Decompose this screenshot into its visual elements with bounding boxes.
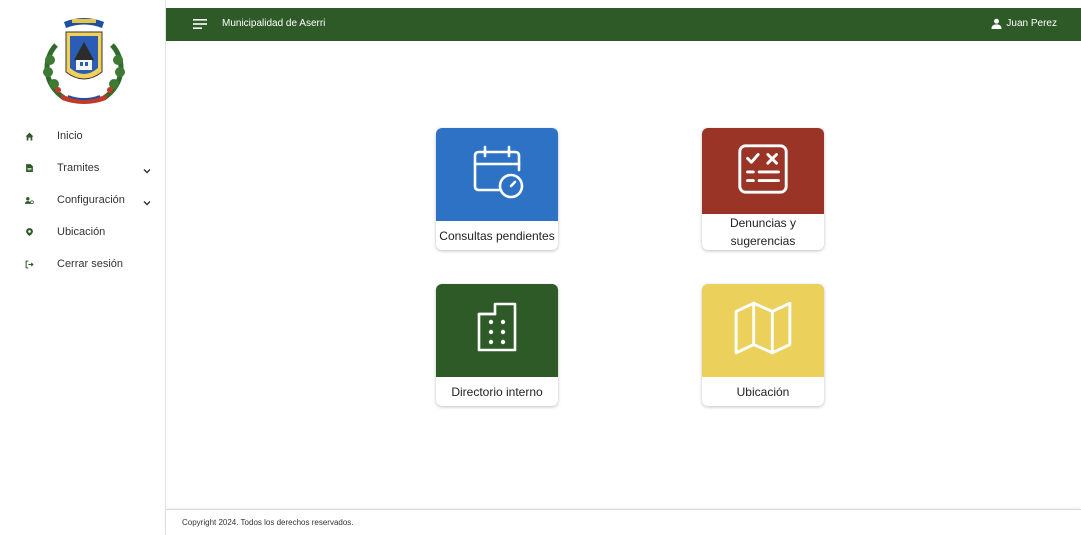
sidebar: Inicio Tramites Configuración Ubicación … [0,0,166,535]
sidebar-item-label: Tramites [57,162,100,174]
card-label: Denuncias y sugerencias [729,216,797,248]
card-label: Directorio interno [451,384,543,399]
location-pin-icon [21,224,37,240]
app-title: Municipalidad de Aserri [222,18,326,29]
sidebar-item-label: Inicio [57,130,83,142]
footer: Copyright 2024. Todos los derechos reser… [166,509,1081,535]
map-icon [732,297,794,364]
sidebar-item-label: Ubicación [57,226,106,238]
chevron-down-icon[interactable] [142,163,152,174]
sidebar-item-label: Configuración [57,194,125,206]
home-icon [21,128,37,144]
municipal-coat-of-arms-logo [34,10,134,110]
calendar-clock-icon [467,142,527,207]
card-ubicacion[interactable]: Ubicación [702,284,824,406]
sidebar-nav: Inicio Tramites Configuración Ubicación … [0,120,166,280]
card-denuncias-sugerencias[interactable]: Denuncias y sugerencias [702,128,824,250]
copyright-text: Copyright 2024. Todos los derechos reser… [182,518,354,527]
sign-out-icon [21,256,37,272]
sidebar-item-ubicacion[interactable]: Ubicación [0,216,166,248]
user-icon [991,18,1002,29]
sidebar-item-tramites[interactable]: Tramites [0,152,166,184]
card-header [436,128,558,221]
top-app-bar: Municipalidad de Aserri Juan Perez [166,8,1081,41]
sidebar-item-cerrar-sesion[interactable]: Cerrar sesión [0,248,166,280]
card-label: Consultas pendientes [439,228,555,243]
card-header [436,284,558,377]
hamburger-menu-icon[interactable] [192,16,208,32]
document-icon [21,160,37,176]
card-header [702,128,824,214]
card-consultas-pendientes[interactable]: Consultas pendientes [436,128,558,250]
users-cog-icon [21,192,37,208]
card-label: Ubicación [736,384,790,399]
chevron-down-icon[interactable] [142,195,152,206]
user-menu[interactable]: Juan Perez [991,18,1057,29]
building-icon [467,298,527,363]
checklist-icon [734,140,792,203]
user-name: Juan Perez [1006,18,1057,29]
card-header [702,284,824,377]
sidebar-item-configuracion[interactable]: Configuración [0,184,166,216]
sidebar-item-label: Cerrar sesión [57,258,124,270]
card-directorio-interno[interactable]: Directorio interno [436,284,558,406]
sidebar-item-inicio[interactable]: Inicio [0,120,166,152]
